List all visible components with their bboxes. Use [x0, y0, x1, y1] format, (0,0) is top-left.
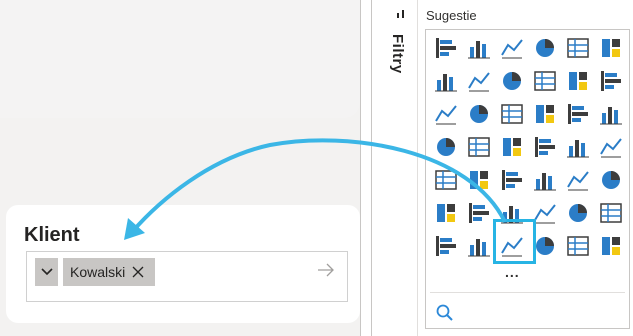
annotation-arrow	[124, 138, 507, 240]
